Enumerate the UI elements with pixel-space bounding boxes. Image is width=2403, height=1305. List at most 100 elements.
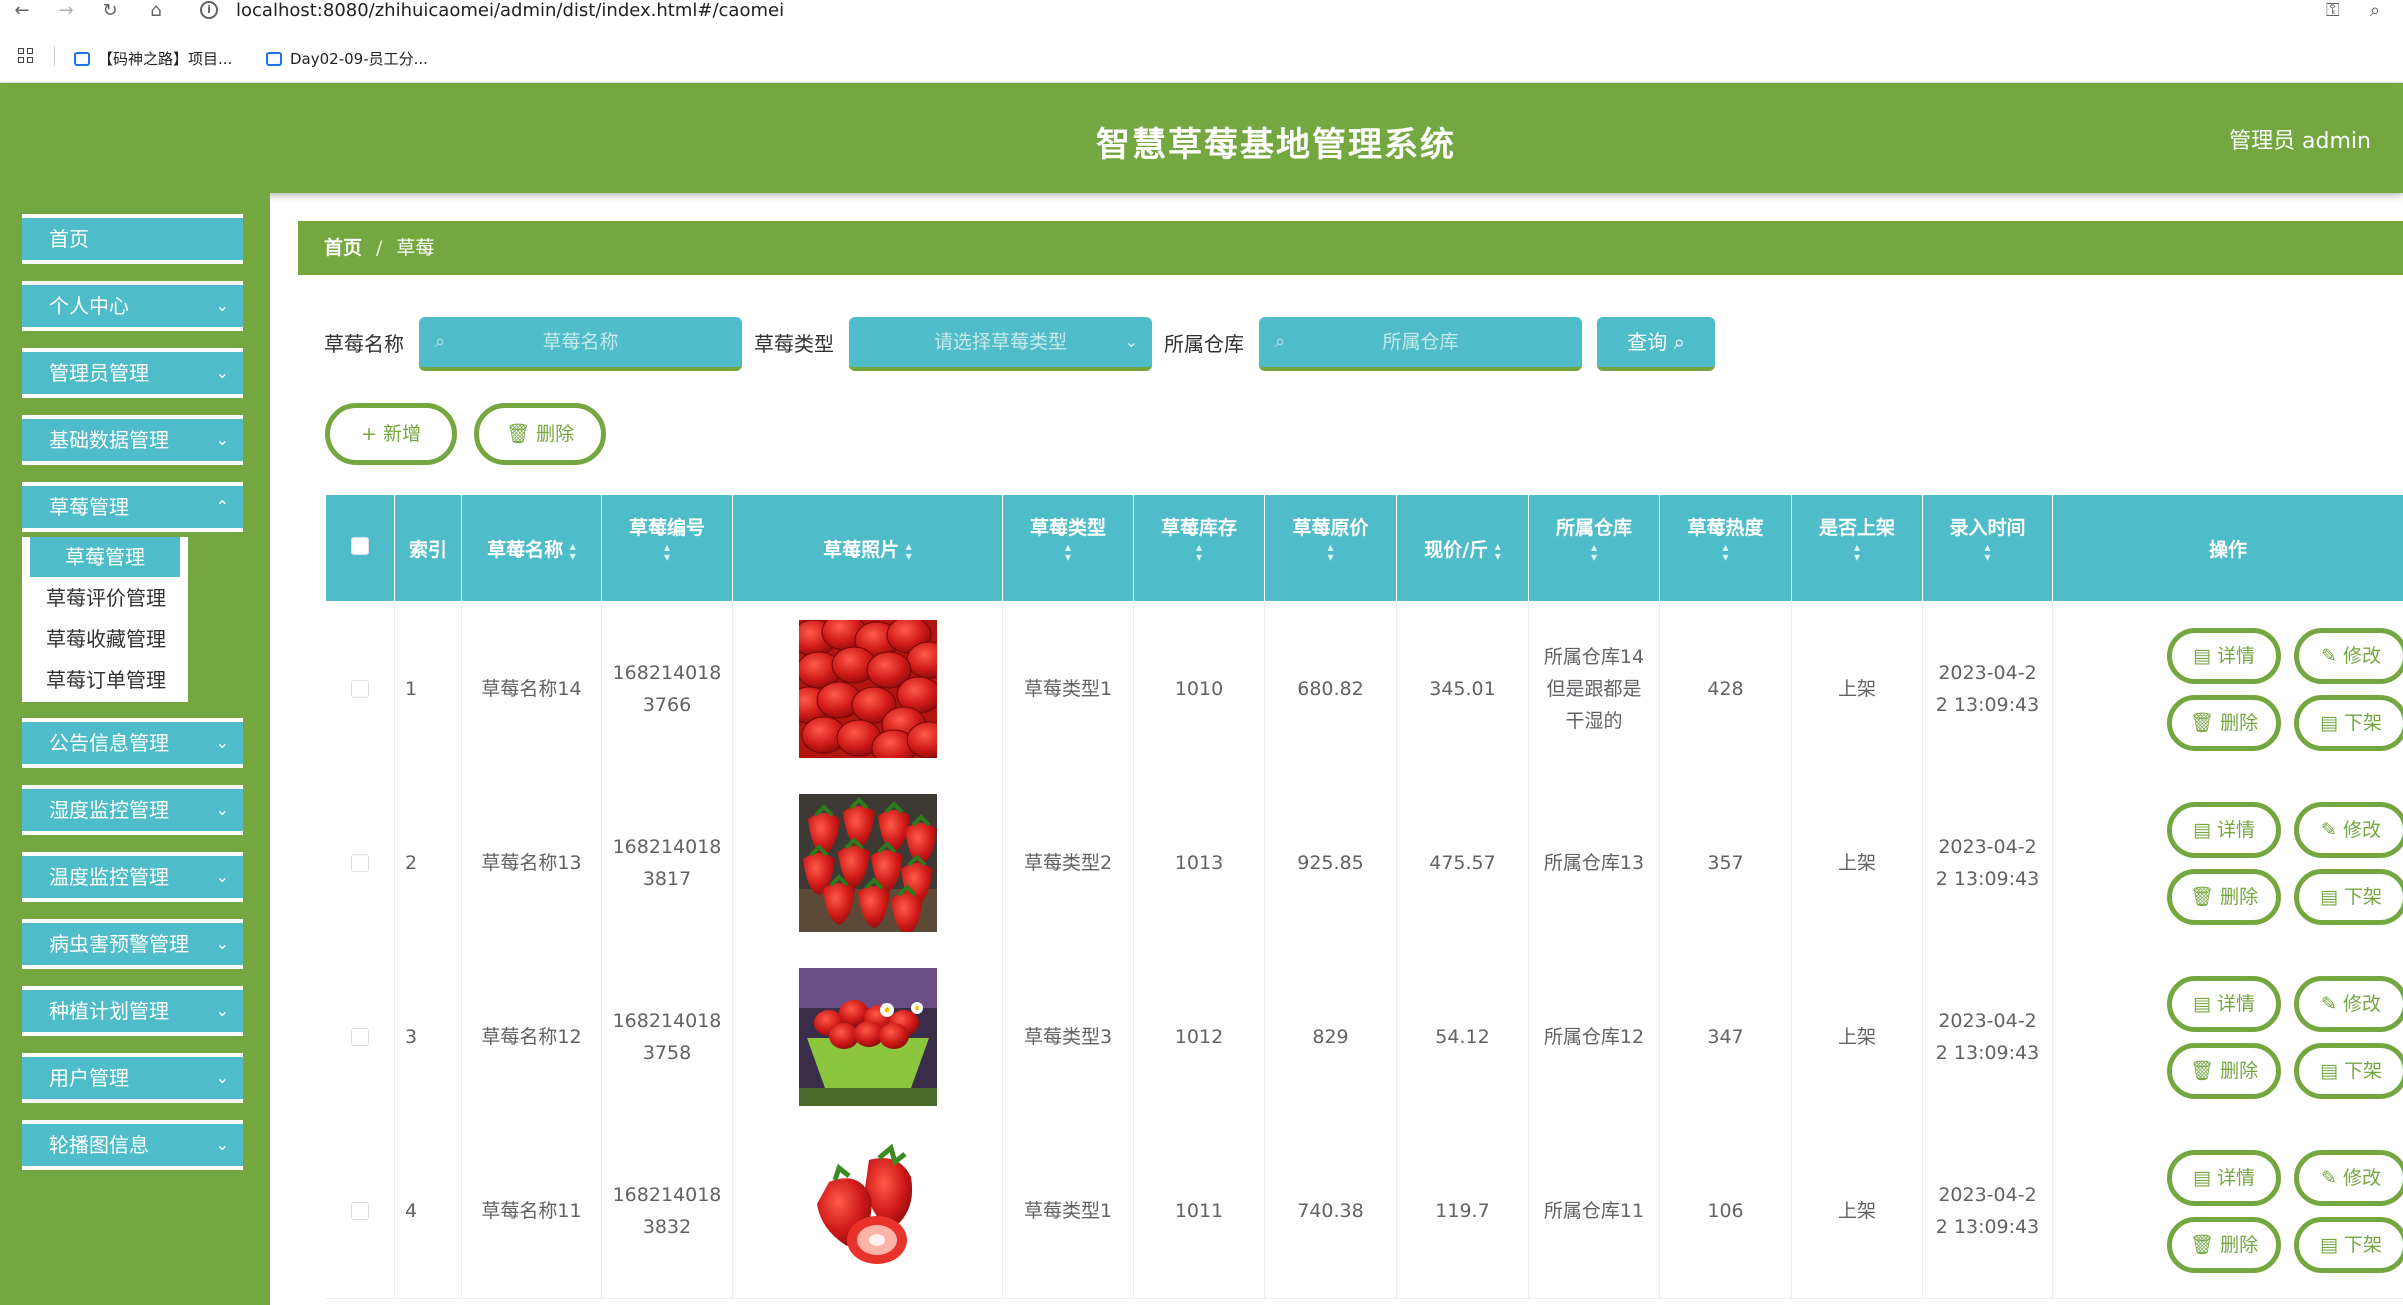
row-delete-button[interactable]: 🗑 删除	[2167, 1217, 2281, 1273]
detail-button[interactable]: ▤ 详情	[2167, 1150, 2281, 1206]
sidebar-item-home[interactable]: 首页	[22, 214, 243, 264]
submenu-item-strawberry[interactable]: 草莓管理	[30, 537, 180, 577]
col-time[interactable]: 录入时间 ▴ ▾	[1923, 495, 2053, 601]
row-delete-button[interactable]: 🗑 删除	[2167, 695, 2281, 751]
sidebar-item-profile[interactable]: 个人中心 ⌄	[22, 281, 243, 331]
cell-photo	[733, 1124, 1003, 1298]
strawberry-photo[interactable]	[798, 1142, 937, 1280]
cell-orig_price: 680.82	[1265, 602, 1397, 776]
offshelf-button[interactable]: ▤ 下架	[2294, 869, 2403, 925]
warehouse-filter-input[interactable]: ⌕ 所属仓库	[1259, 317, 1582, 371]
sort-icon[interactable]: ▴ ▾	[1327, 541, 1333, 563]
sidebar-item-temperature[interactable]: 温度监控管理 ⌄	[22, 852, 243, 902]
sidebar-item-admins[interactable]: 管理员管理 ⌄	[22, 348, 243, 398]
trash-icon: 🗑	[2189, 1234, 2215, 1256]
col-price[interactable]: 现价/斤 ▴ ▾	[1397, 495, 1529, 601]
offshelf-button[interactable]: ▤ 下架	[2294, 1217, 2403, 1273]
sort-icon[interactable]: ▴ ▾	[664, 541, 670, 563]
sidebar-item-label: 公告信息管理	[49, 731, 169, 755]
sort-icon[interactable]: ▴ ▾	[570, 540, 576, 562]
cell-name: 草莓名称12	[462, 950, 602, 1124]
site-info-icon[interactable]: i	[200, 1, 218, 19]
row-checkbox[interactable]	[351, 1028, 369, 1046]
row-delete-button[interactable]: 🗑 删除	[2167, 869, 2281, 925]
cell-index: 1	[395, 602, 462, 776]
col-warehouse[interactable]: 所属仓库 ▴ ▾	[1529, 495, 1660, 601]
sort-icon[interactable]: ▴ ▾	[1196, 541, 1202, 563]
edit-button[interactable]: ✎ 修改	[2294, 628, 2403, 684]
type-filter-select[interactable]: 请选择草莓类型 ⌄	[849, 317, 1152, 371]
breadcrumb-home[interactable]: 首页	[324, 237, 362, 259]
cell-time: 2023-04-2 2 13:09:43	[1923, 776, 2053, 950]
select-all-checkbox[interactable]	[351, 537, 369, 555]
row-checkbox[interactable]	[351, 854, 369, 872]
sort-icon[interactable]: ▴ ▾	[1854, 541, 1860, 563]
forward-icon[interactable]: →	[54, 0, 78, 24]
zoom-icon[interactable]: ⌕	[2370, 0, 2380, 21]
bookmark-item-2[interactable]: Day02-09-员工分...	[266, 48, 428, 69]
sort-icon[interactable]: ▴ ▾	[1984, 541, 1990, 563]
offshelf-button[interactable]: ▤ 下架	[2294, 695, 2403, 751]
bookmark-item-1[interactable]: 【码神之路】项目...	[74, 48, 232, 69]
query-button[interactable]: 查询 ⌕	[1597, 317, 1715, 371]
sidebar-item-humidity[interactable]: 湿度监控管理 ⌄	[22, 785, 243, 835]
sort-icon[interactable]: ▴ ▾	[1065, 541, 1071, 563]
strawberry-photo[interactable]	[798, 968, 937, 1106]
sidebar-item-pest-warning[interactable]: 病虫害预警管理 ⌄	[22, 919, 243, 969]
col-code[interactable]: 草莓编号 ▴ ▾	[602, 495, 733, 601]
header-label: 草莓编号	[628, 517, 705, 539]
home-icon[interactable]: ⌂	[144, 0, 168, 24]
row-delete-button[interactable]: 🗑 删除	[2167, 1043, 2281, 1099]
col-photo[interactable]: 草莓照片 ▴ ▾	[733, 495, 1003, 601]
detail-button[interactable]: ▤ 详情	[2167, 628, 2281, 684]
detail-button[interactable]: ▤ 详情	[2167, 976, 2281, 1032]
col-listed[interactable]: 是否上架 ▴ ▾	[1792, 495, 1923, 601]
col-orig-price[interactable]: 草莓原价 ▴ ▾	[1265, 495, 1397, 601]
edit-button[interactable]: ✎ 修改	[2294, 976, 2403, 1032]
sidebar-item-planting-plan[interactable]: 种植计划管理 ⌄	[22, 986, 243, 1036]
bookmark-label: Day02-09-员工分...	[290, 50, 428, 68]
submenu-item-favorite[interactable]: 草莓收藏管理	[22, 619, 188, 659]
col-type[interactable]: 草莓类型 ▴ ▾	[1003, 495, 1134, 601]
button-label: 详情	[2216, 993, 2255, 1015]
sort-icon[interactable]: ▴ ▾	[1495, 540, 1501, 562]
button-label: 下架	[2343, 712, 2382, 734]
cell-code: 168214018 3832	[602, 1124, 733, 1298]
cell-text: 2023-04-2 2 13:09:43	[1935, 1010, 2040, 1064]
address-bar[interactable]: localhost:8080/zhihuicaomei/admin/dist/i…	[236, 0, 784, 22]
sidebar-item-strawberry[interactable]: 草莓管理 ⌃	[22, 482, 243, 532]
col-heat[interactable]: 草莓热度 ▴ ▾	[1660, 495, 1792, 601]
apps-grid-icon[interactable]	[18, 48, 36, 66]
sort-icon[interactable]: ▴ ▾	[906, 540, 912, 562]
col-name[interactable]: 草莓名称 ▴ ▾	[462, 495, 602, 601]
strawberry-photo[interactable]	[798, 620, 937, 758]
sidebar-item-carousel[interactable]: 轮播图信息 ⌄	[22, 1120, 243, 1170]
pencil-icon: ✎	[2321, 1167, 2337, 1189]
sidebar-item-notice[interactable]: 公告信息管理 ⌄	[22, 718, 243, 768]
edit-button[interactable]: ✎ 修改	[2294, 802, 2403, 858]
button-label: 修改	[2342, 1167, 2381, 1189]
submenu-item-order[interactable]: 草莓订单管理	[22, 660, 188, 700]
sidebar-item-basic-data[interactable]: 基础数据管理 ⌄	[22, 415, 243, 465]
button-label: 修改	[2342, 645, 2381, 667]
row-checkbox[interactable]	[351, 1202, 369, 1220]
strawberry-photo[interactable]	[798, 794, 937, 932]
submenu-item-review[interactable]: 草莓评价管理	[22, 578, 188, 618]
cell-warehouse: 所属仓库14但是跟都是干湿的	[1529, 602, 1660, 776]
reload-icon[interactable]: ↻	[98, 0, 122, 24]
edit-button[interactable]: ✎ 修改	[2294, 1150, 2403, 1206]
col-stock[interactable]: 草莓库存 ▴ ▾	[1134, 495, 1265, 601]
row-checkbox[interactable]	[351, 680, 369, 698]
sort-icon[interactable]: ▴ ▾	[1722, 541, 1728, 563]
document-icon: ▤	[2192, 645, 2211, 667]
add-button[interactable]: + 新增	[325, 403, 457, 465]
detail-button[interactable]: ▤ 详情	[2167, 802, 2281, 858]
offshelf-button[interactable]: ▤ 下架	[2294, 1043, 2403, 1099]
batch-delete-button[interactable]: 🗑 删除	[474, 403, 606, 465]
name-filter-input[interactable]: ⌕ 草莓名称	[419, 317, 742, 371]
sort-icon[interactable]: ▴ ▾	[1591, 541, 1597, 563]
current-user[interactable]: 管理员 admin	[2229, 123, 2371, 155]
back-icon[interactable]: ←	[10, 0, 34, 24]
sidebar-item-users[interactable]: 用户管理 ⌄	[22, 1053, 243, 1103]
password-key-icon[interactable]: ⚿	[2326, 0, 2340, 21]
